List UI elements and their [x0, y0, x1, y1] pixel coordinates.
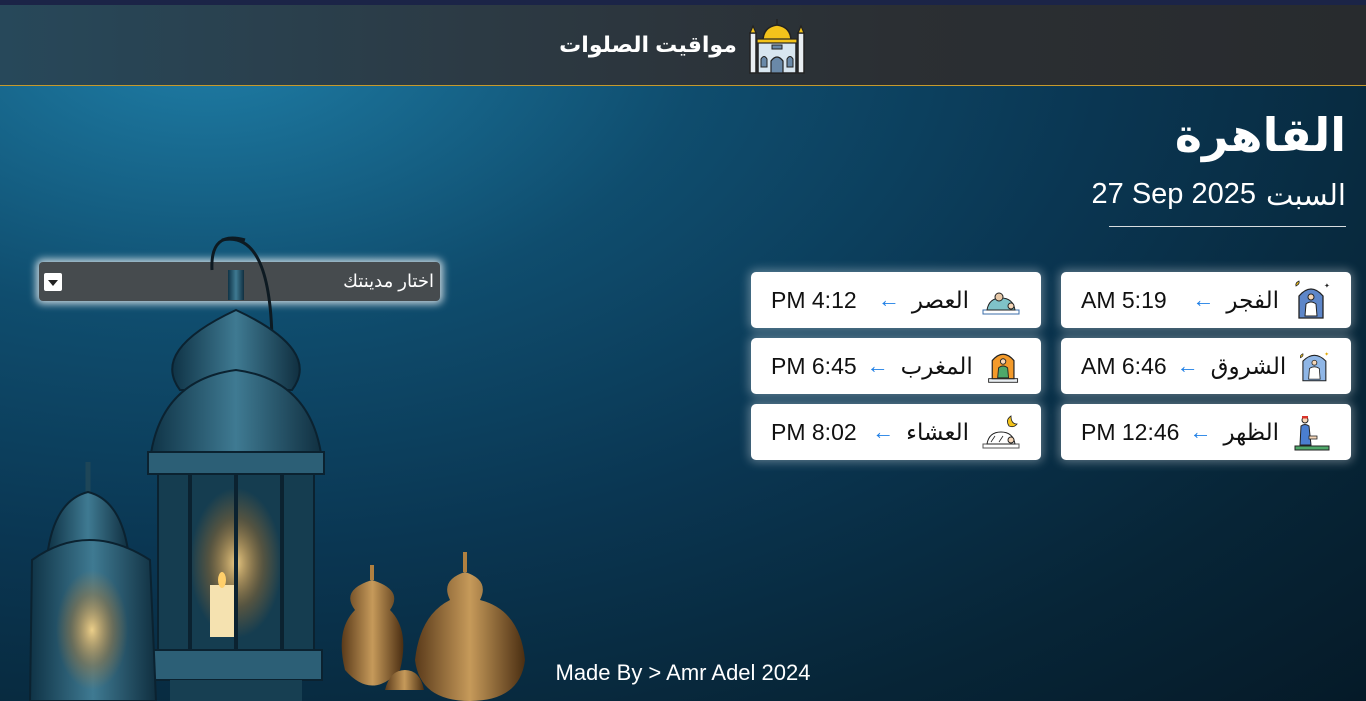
prayer-card-sunrise: AM 6:46 ← الشروق ✦ [1061, 338, 1351, 394]
prayer-card-fajr: AM 5:19 ← الفجر ✦ [1061, 272, 1351, 328]
arrow-left-icon: ← [1189, 419, 1212, 444]
arrow-left-icon: ← [877, 287, 900, 312]
arrow-left-icon: ← [872, 419, 895, 444]
arrow-left-icon: ← [1176, 353, 1199, 378]
prayer-name: المغرب [900, 352, 973, 379]
city-select-label: اختار مدينتك [343, 271, 434, 291]
city-name: القاهرة [1174, 109, 1346, 161]
brand: مواقيت الصلوات [559, 15, 807, 75]
prayer-time: AM 5:19 [1081, 286, 1167, 313]
prayer-name: العشاء [906, 418, 969, 445]
prayer-name: الظهر [1223, 418, 1280, 445]
sunrise-prayer-icon: ✦ [1300, 351, 1329, 382]
prayer-time: PM 8:02 [771, 418, 857, 445]
city-info: القاهرة 27 Sep 2025 السبت [1092, 108, 1346, 213]
prayer-card-asr: PM 4:12 ← العصر [751, 272, 1041, 328]
city-select[interactable]: اختار مدينتك [39, 262, 440, 301]
svg-text:✦: ✦ [1324, 282, 1330, 290]
night-prayer-icon: ✦ [1295, 280, 1330, 319]
sunset-prayer-icon [987, 353, 1018, 383]
arrow-left-icon: ← [866, 353, 889, 378]
chevron-down-icon[interactable] [44, 272, 62, 291]
prayer-card-dhuhr: PM 12:46 ← الظهر [1061, 404, 1351, 460]
app-title: مواقيت الصلوات [559, 32, 737, 57]
footer-credit: Made By > Amr Adel 2024 [555, 660, 811, 685]
arrow-left-icon: ← [1192, 287, 1215, 312]
mosque-icon [748, 19, 805, 74]
prayer-name: الشروق [1210, 352, 1287, 379]
date-text: 27 Sep 2025 [1091, 178, 1256, 210]
prayer-card-isha: PM 8:02 ← العشاء [751, 404, 1041, 460]
app-header: مواقيت الصلوات [0, 5, 1366, 86]
moon-prayer-icon [982, 415, 1020, 449]
day-name: السبت [1266, 180, 1346, 212]
prayer-name: العصر [911, 286, 969, 313]
prayer-time: AM 6:46 [1081, 352, 1167, 379]
noon-prayer-icon [1294, 416, 1330, 451]
prayer-time: PM 4:12 [771, 286, 857, 313]
prayer-card-maghrib: PM 6:45 ← المغرب [751, 338, 1041, 394]
date-divider [1109, 226, 1346, 227]
prayer-name: الفجر [1226, 286, 1279, 313]
prostration-icon [982, 292, 1020, 315]
prayer-time: PM 6:45 [771, 352, 857, 379]
prayer-time: PM 12:46 [1081, 418, 1180, 445]
date-line: 27 Sep 2025 السبت [1092, 178, 1346, 213]
svg-text:✦: ✦ [1324, 351, 1329, 358]
